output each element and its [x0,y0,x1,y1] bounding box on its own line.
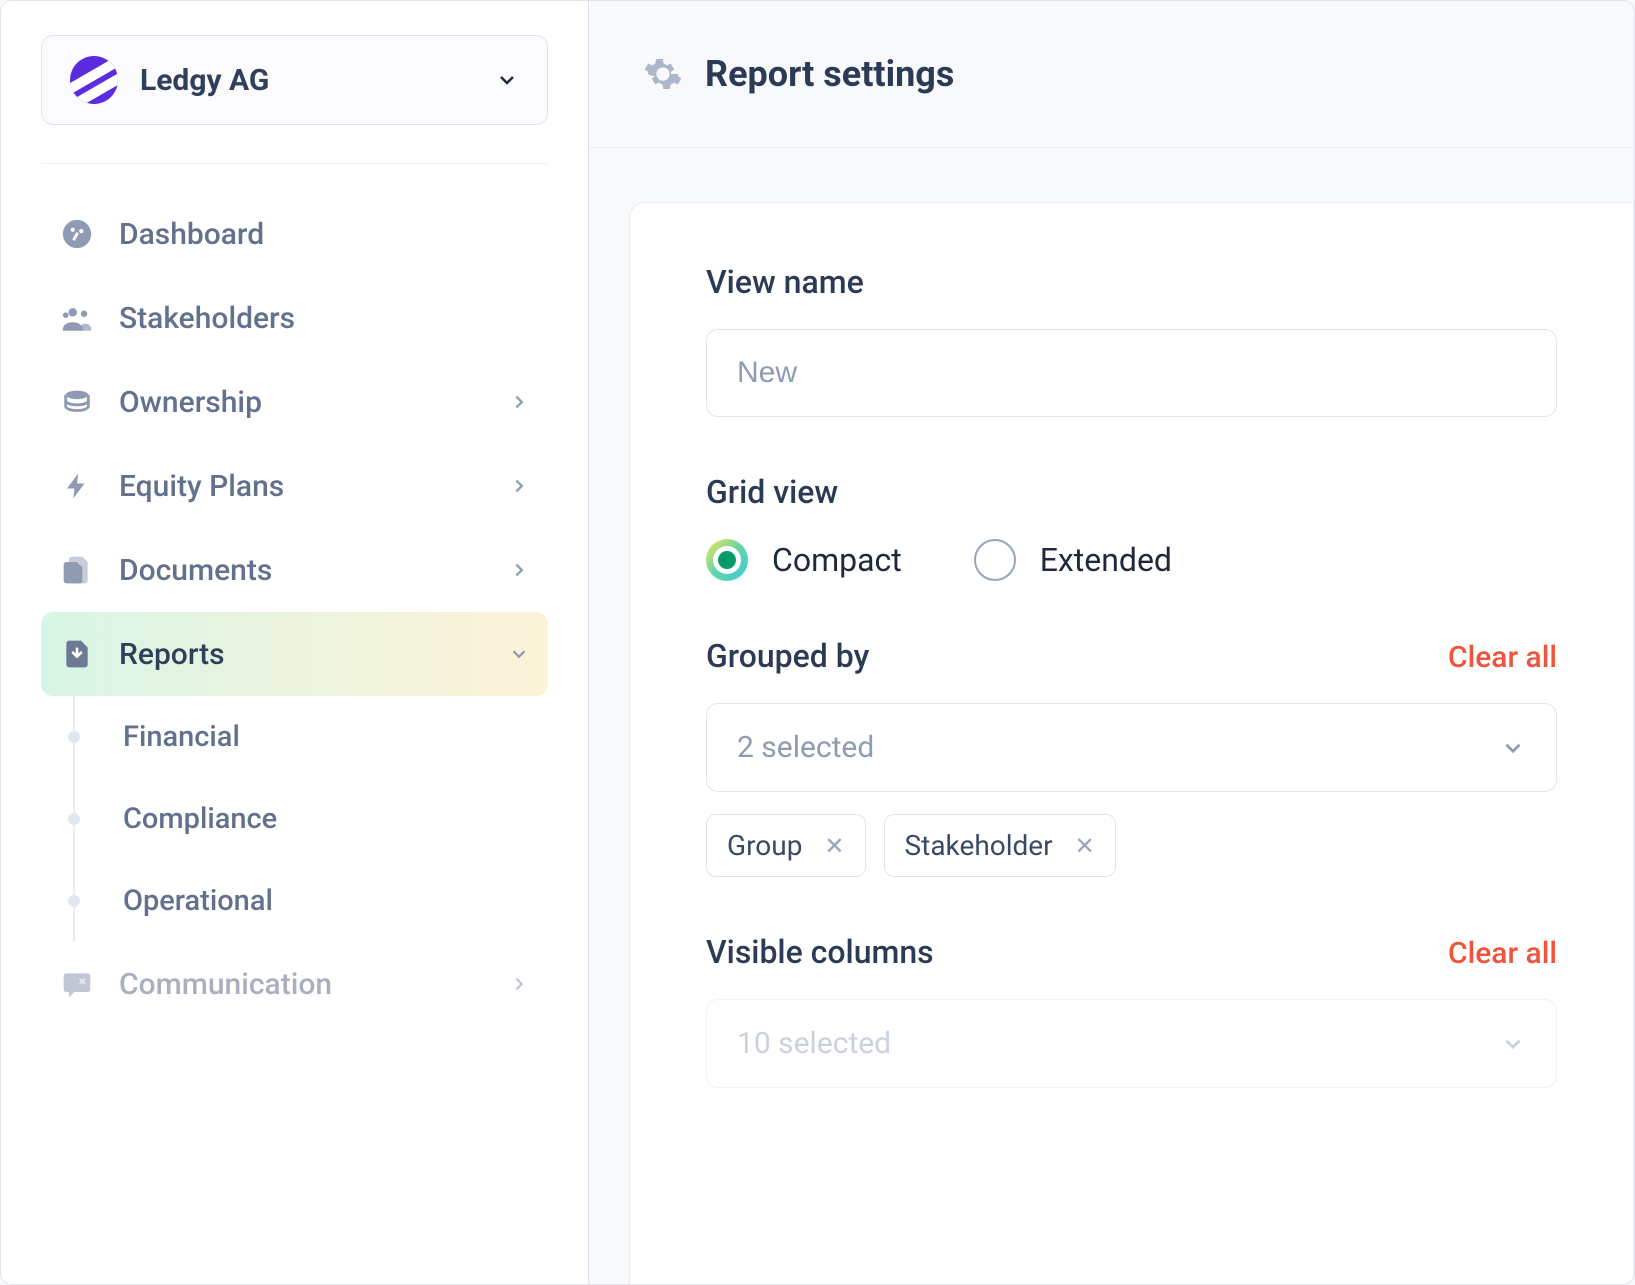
sidebar-item-equity-plans[interactable]: Equity Plans [41,444,548,528]
visible-columns-clear-link[interactable]: Clear all [1448,936,1557,971]
sidebar-item-communication[interactable]: Communication [41,942,548,1026]
select-summary: 10 selected [737,1026,891,1061]
sidebar-item-label: Documents [119,553,484,588]
sidebar-subitem-label: Compliance [123,802,277,836]
sidebar-item-label: Dashboard [119,217,530,252]
report-download-icon [59,636,95,672]
documents-icon [59,552,95,588]
reports-subnav: Financial Compliance Operational [73,696,548,942]
chat-icon [59,966,95,1002]
grouped-by-chips: Group ✕ Stakeholder ✕ [706,814,1557,877]
company-name: Ledgy AG [140,63,473,98]
company-selector[interactable]: Ledgy AG [41,35,548,125]
chip-group: Group ✕ [706,814,866,877]
sidebar-item-label: Ownership [119,385,484,420]
dashboard-icon [59,216,95,252]
visible-columns-label: Visible columns [706,933,934,971]
sidebar-item-label: Stakeholders [119,301,530,336]
sidebar-subitem-financial[interactable]: Financial [75,696,548,778]
company-logo-icon [70,56,118,104]
sidebar-item-ownership[interactable]: Ownership [41,360,548,444]
gear-icon [643,54,683,94]
grouped-by-section: Grouped by Clear all 2 selected Group ✕ [706,637,1557,877]
sidebar: Ledgy AG Dashboard Stakeholders Ownershi… [1,1,589,1284]
chevron-right-icon [508,391,530,413]
radio-circle-icon [974,539,1016,581]
page-title: Report settings [705,53,954,95]
grouped-by-clear-link[interactable]: Clear all [1448,640,1557,675]
chip-remove-icon[interactable]: ✕ [1075,832,1095,860]
chip-stakeholder: Stakeholder ✕ [884,814,1116,877]
sidebar-item-label: Reports [119,637,484,672]
chevron-down-icon [508,643,530,665]
radio-circle-icon [706,539,748,581]
radio-label: Compact [772,541,902,579]
visible-columns-section: Visible columns Clear all 10 selected [706,933,1557,1088]
sidebar-subitem-operational[interactable]: Operational [75,860,548,942]
chevron-down-icon [495,68,519,92]
sidebar-item-stakeholders[interactable]: Stakeholders [41,276,548,360]
grid-view-section: Grid view Compact Extended [706,473,1557,581]
radio-compact[interactable]: Compact [706,539,902,581]
sidebar-subitem-label: Financial [123,720,240,754]
chip-label: Group [727,829,802,862]
sidebar-item-reports[interactable]: Reports [41,612,548,696]
select-summary: 2 selected [737,730,874,765]
people-icon [59,300,95,336]
app-frame: Ledgy AG Dashboard Stakeholders Ownershi… [0,0,1635,1285]
view-name-input[interactable] [706,329,1557,417]
settings-panel: View name Grid view Compact Extended [629,202,1634,1284]
bolt-icon [59,468,95,504]
sidebar-item-label: Equity Plans [119,469,484,504]
grid-view-label: Grid view [706,473,1557,511]
radio-extended[interactable]: Extended [974,539,1172,581]
chevron-right-icon [508,973,530,995]
visible-columns-select[interactable]: 10 selected [706,999,1557,1088]
chip-remove-icon[interactable]: ✕ [824,832,844,860]
grouped-by-select[interactable]: 2 selected [706,703,1557,792]
grouped-by-label: Grouped by [706,637,869,675]
sidebar-divider [41,163,548,164]
chip-label: Stakeholder [905,829,1053,862]
sidebar-item-label: Communication [119,967,484,1002]
chevron-down-icon [1500,1031,1526,1057]
chevron-right-icon [508,475,530,497]
coins-icon [59,384,95,420]
main-content: Report settings View name Grid view Comp… [589,1,1634,1284]
sidebar-subitem-label: Operational [123,884,273,918]
view-name-label: View name [706,263,1557,301]
sidebar-item-dashboard[interactable]: Dashboard [41,192,548,276]
chevron-down-icon [1500,735,1526,761]
sidebar-item-documents[interactable]: Documents [41,528,548,612]
sidebar-subitem-compliance[interactable]: Compliance [75,778,548,860]
radio-label: Extended [1040,541,1172,579]
chevron-right-icon [508,559,530,581]
page-header: Report settings [589,1,1634,148]
view-name-section: View name [706,263,1557,417]
